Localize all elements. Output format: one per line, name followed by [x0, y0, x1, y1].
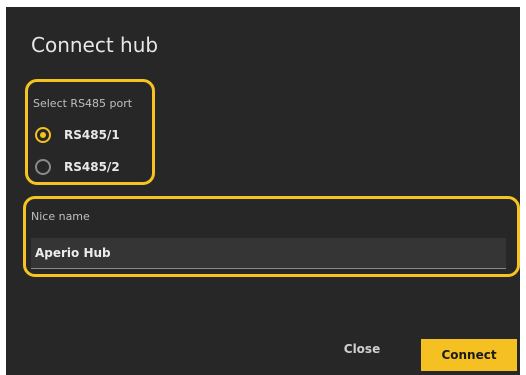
nice-name-label: Nice name	[31, 210, 90, 223]
nice-name-field	[31, 238, 506, 269]
connect-hub-dialog: Connect hub Select RS485 port RS485/1 RS…	[6, 7, 520, 375]
rs485-port-label: Select RS485 port	[33, 97, 133, 110]
radio-label-rs485-2: RS485/2	[64, 160, 120, 174]
nice-name-group: Nice name	[23, 196, 520, 277]
radio-checked-icon[interactable]	[35, 127, 51, 143]
dialog-title: Connect hub	[31, 33, 159, 57]
radio-unchecked-icon[interactable]	[35, 159, 51, 175]
rs485-port-group: Select RS485 port RS485/1 RS485/2	[25, 79, 155, 185]
radio-label-rs485-1: RS485/1	[64, 128, 120, 142]
nice-name-input[interactable]	[31, 238, 506, 268]
radio-option-rs485-2[interactable]: RS485/2	[35, 159, 120, 175]
radio-option-rs485-1[interactable]: RS485/1	[35, 127, 120, 143]
connect-button[interactable]: Connect	[421, 339, 517, 371]
close-button[interactable]: Close	[332, 334, 392, 364]
